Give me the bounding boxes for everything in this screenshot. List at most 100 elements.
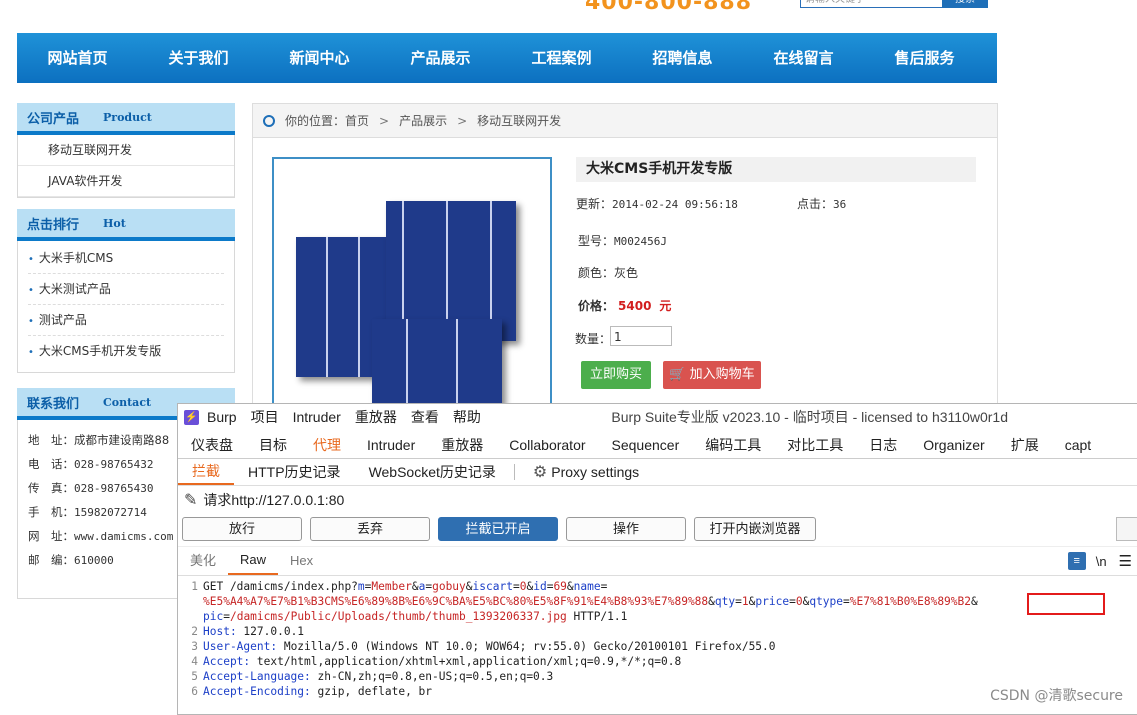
request-text: = (735, 595, 742, 608)
menu-icon[interactable]: ☰ (1119, 552, 1132, 570)
request-line: 3 User-Agent: Mozilla/5.0 (Windows NT 10.… (178, 639, 1137, 654)
tab-intruder[interactable]: Intruder (354, 432, 428, 458)
request-line-text: %E5%A4%A7%E7%B1%B3CMS%E6%89%8B%E6%9C%BA%… (203, 594, 978, 609)
tab-dashboard[interactable]: 仪表盘 (178, 432, 246, 458)
tab-capture[interactable]: capt (1052, 432, 1104, 458)
open-browser-button[interactable]: 打开内嵌浏览器 (694, 517, 816, 541)
product-category-link[interactable]: JAVA软件开发 (18, 166, 234, 197)
request-text: = (789, 595, 796, 608)
newline-toggle[interactable]: \n (1096, 554, 1107, 569)
param-value: %E7%81%B0%E8%89%B2 (849, 595, 972, 608)
product-title: 大米CMS手机开发专版 (576, 157, 976, 182)
tab-sequencer[interactable]: Sequencer (599, 432, 693, 458)
wrap-icon[interactable]: ≡ (1067, 552, 1086, 570)
products-box: 公司产品 Product 移动互联网开发 JAVA软件开发 (17, 103, 235, 198)
product-model: 型号：M002456J (578, 234, 667, 248)
param-value: /damicms/Public/Uploads/thumb/thumb_1393… (229, 610, 567, 623)
breadcrumb-products[interactable]: 产品展示 (399, 112, 447, 129)
param-name: Accept: (203, 655, 251, 668)
product-category-link[interactable]: 移动互联网开发 (18, 135, 234, 166)
tab-http-history[interactable]: HTTP历史记录 (234, 460, 355, 484)
menu-project[interactable]: 项目 (251, 407, 279, 427)
param-value: 0 (795, 595, 803, 608)
nav-item-products[interactable]: 产品展示 (380, 33, 501, 83)
param-name: Host: (203, 625, 237, 638)
breadcrumb-home[interactable]: 首页 (345, 112, 369, 129)
tab-logger[interactable]: 日志 (856, 432, 910, 458)
breadcrumb-current[interactable]: 移动互联网开发 (477, 112, 561, 129)
tab-extensions[interactable]: 扩展 (998, 432, 1052, 458)
nav-item-jobs[interactable]: 招聘信息 (622, 33, 743, 83)
request-text: & (708, 595, 715, 608)
request-text: = (600, 580, 608, 593)
nav-item-news[interactable]: 新闻中心 (259, 33, 380, 83)
tab-comparer[interactable]: 对比工具 (774, 432, 856, 458)
proxy-settings-link[interactable]: ⚙ Proxy settings (519, 460, 653, 484)
pencil-icon[interactable]: ✎ (184, 490, 197, 510)
burp-window: ⚡ Burp 项目 Intruder 重放器 查看 帮助 Burp Suite专… (177, 403, 1137, 715)
product-image (272, 157, 552, 421)
request-target-label: 请求http://127.0.0.1:80 (203, 492, 345, 508)
action-button[interactable]: 操作 (566, 517, 686, 541)
bullet-icon: • (28, 316, 34, 327)
request-line-text: Accept-Language: zh-CN,zh;q=0.8,en-US;q=… (203, 669, 553, 684)
forward-button[interactable]: 放行 (182, 517, 302, 541)
menu-burp[interactable]: Burp (207, 409, 237, 425)
menu-repeater[interactable]: 重放器 (355, 407, 397, 427)
product-price: 价格： 5400 元 (578, 299, 672, 313)
quantity-input[interactable]: 1 (610, 326, 672, 346)
menu-view[interactable]: 查看 (411, 407, 439, 427)
product-updated: 更新：2014-02-24 09:56:18 (576, 197, 738, 211)
rank-item[interactable]: • 大米测试产品 (28, 274, 224, 305)
nav-item-home[interactable]: 网站首页 (17, 33, 138, 83)
burp-titlebar: ⚡ Burp 项目 Intruder 重放器 查看 帮助 Burp Suite专… (178, 404, 1137, 430)
tab-pretty[interactable]: 美化 (178, 548, 228, 574)
param-name: Accept-Encoding: (203, 685, 311, 698)
main-tabs: 仪表盘 目标 代理 Intruder 重放器 Collaborator Sequ… (178, 430, 1137, 459)
contact-box-title: 联系我们 (27, 396, 80, 412)
tab-proxy[interactable]: 代理 (300, 432, 354, 458)
bullet-icon: • (28, 347, 34, 358)
tab-collaborator[interactable]: Collaborator (496, 432, 598, 458)
add-to-cart-button[interactable]: 🛒 加入购物车 (663, 361, 761, 389)
request-text: & (971, 595, 978, 608)
nav-item-about[interactable]: 关于我们 (138, 33, 259, 83)
tab-hex[interactable]: Hex (278, 548, 325, 574)
nav-item-service[interactable]: 售后服务 (864, 33, 985, 83)
product-color: 颜色：灰色 (578, 266, 639, 280)
menu-intruder[interactable]: Intruder (293, 409, 341, 425)
breadcrumb: 你的位置： 首页 > 产品展示 > 移动互联网开发 (253, 104, 997, 138)
param-name: m (357, 580, 365, 593)
tab-target[interactable]: 目标 (246, 432, 300, 458)
request-line: 5 Accept-Language: zh-CN,zh;q=0.8,en-US;q… (178, 669, 1137, 684)
search-input[interactable]: 请输入关键字 (800, 0, 950, 8)
intercept-toolbar: 放行 丢弃 拦截已开启 操作 打开内嵌浏览器 (178, 514, 1137, 544)
request-editor[interactable]: 1 GET /damicms/index.php?m=Member&a=gobuy… (178, 576, 1137, 699)
line-number: 2 (191, 625, 198, 638)
tab-organizer[interactable]: Organizer (910, 432, 997, 458)
nav-item-cases[interactable]: 工程案例 (501, 33, 622, 83)
tab-decoder[interactable]: 编码工具 (692, 432, 774, 458)
nav-item-message[interactable]: 在线留言 (743, 33, 864, 83)
cart-icon: 🛒 (669, 367, 686, 382)
drop-button[interactable]: 丢弃 (310, 517, 430, 541)
overflow-button[interactable] (1116, 517, 1137, 541)
request-line: 2 Host: 127.0.0.1 (178, 624, 1137, 639)
intercept-toggle-button[interactable]: 拦截已开启 (438, 517, 558, 541)
menu-help[interactable]: 帮助 (453, 407, 481, 427)
request-text: & (566, 580, 574, 593)
request-text: = (843, 595, 850, 608)
buy-now-button[interactable]: 立即购买 (581, 361, 651, 389)
tab-websocket-history[interactable]: WebSocket历史记录 (355, 460, 510, 484)
rank-item[interactable]: • 大米手机CMS (28, 243, 224, 274)
request-line-text: GET /damicms/index.php?m=Member&a=gobuy&… (203, 579, 607, 594)
tab-intercept[interactable]: 拦截 (178, 459, 234, 485)
request-text: & (411, 580, 419, 593)
tab-repeater[interactable]: 重放器 (428, 432, 496, 458)
search-button[interactable]: 搜索 (942, 0, 988, 8)
line-number (178, 609, 203, 624)
rank-item[interactable]: • 测试产品 (28, 305, 224, 336)
rank-item[interactable]: • 大米CMS手机开发专版 (28, 336, 224, 366)
param-name: price (755, 595, 790, 608)
tab-raw[interactable]: Raw (228, 547, 279, 575)
